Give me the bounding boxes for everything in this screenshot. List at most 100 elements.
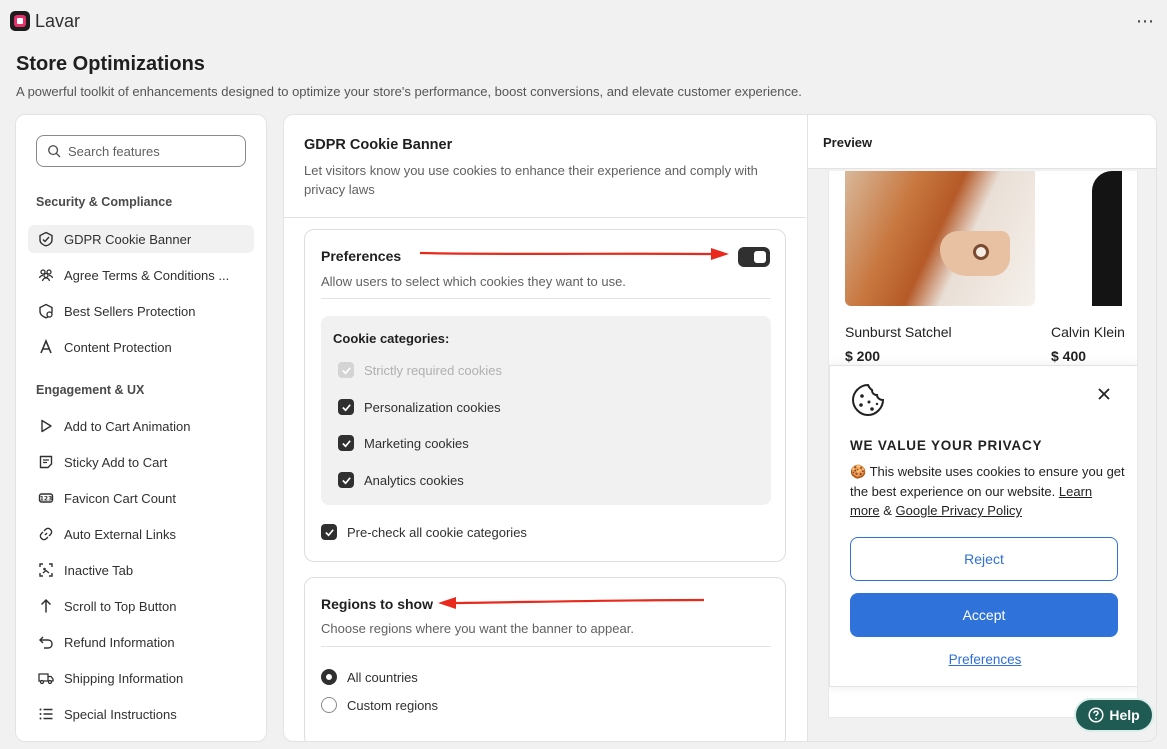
arrow-up-icon (40, 598, 52, 613)
checkmark-icon (341, 366, 351, 374)
close-icon[interactable] (1096, 386, 1112, 402)
preferences-card: Preferences Allow users to select which … (304, 229, 786, 562)
sidebar-item-sticky-add-to-cart[interactable]: Sticky Add to Cart (28, 448, 254, 476)
checkbox-label: Marketing cookies (364, 435, 469, 451)
help-label: Help (1109, 707, 1140, 723)
banner-amp: & (883, 503, 892, 518)
accept-button[interactable]: Accept (850, 593, 1118, 637)
store-preview: Sunburst Satchel $ 200 Calvin Klein $ 40… (828, 171, 1138, 718)
undo-icon (39, 636, 53, 649)
truck-icon (38, 673, 54, 685)
privacy-policy-link[interactable]: Google Privacy Policy (896, 503, 1022, 518)
radio-all-countries[interactable]: All countries (321, 669, 418, 685)
divider (284, 217, 806, 218)
product-name: Sunburst Satchel (845, 324, 952, 340)
search-icon (48, 145, 61, 158)
checkbox[interactable] (338, 399, 354, 415)
sidebar-item-label: Sticky Add to Cart (64, 454, 168, 470)
people-icon (38, 269, 54, 282)
cookie-banner-preview: WE VALUE YOUR PRIVACY 🍪 This website use… (829, 365, 1137, 687)
question-icon (1088, 707, 1104, 723)
preferences-description: Allow users to select which cookies they… (321, 274, 626, 289)
note-icon (39, 455, 53, 469)
regions-title: Regions to show (321, 596, 433, 612)
sidebar-item-label: GDPR Cookie Banner (64, 231, 192, 247)
reject-button[interactable]: Reject (850, 537, 1118, 581)
sidebar-item-label: Shipping Information (64, 670, 184, 686)
radio-button[interactable] (321, 669, 337, 685)
preview-panel: Preview Sunburst Satchel $ 200 Calvin Kl… (807, 115, 1156, 741)
checkmark-icon (324, 528, 334, 536)
sidebar-item-gdpr-cookie-banner[interactable]: GDPR Cookie Banner (28, 225, 254, 253)
checkbox-analytics[interactable]: Analytics cookies (338, 472, 464, 488)
checkbox-label: Analytics cookies (364, 472, 464, 488)
more-options-icon[interactable]: ⋯ (1136, 11, 1155, 32)
sidebar-item-scroll-to-top[interactable]: Scroll to Top Button (28, 592, 254, 620)
section-security-compliance: Security & Compliance (36, 195, 173, 209)
preferences-title: Preferences (321, 248, 402, 264)
sidebar-item-label: Auto External Links (64, 526, 177, 542)
product-image-satchel (845, 171, 1035, 306)
gdpr-description: Let visitors know you use cookies to enh… (304, 163, 758, 197)
sidebar-item-special-instructions[interactable]: Special Instructions (28, 700, 254, 728)
sidebar-item-content-protection[interactable]: Content Protection (28, 333, 254, 361)
preview-title: Preview (823, 135, 873, 150)
sidebar-item-add-to-cart-animation[interactable]: Add to Cart Animation (28, 412, 254, 440)
banner-text: 🍪 This website uses cookies to ensure yo… (850, 462, 1125, 521)
cookie-categories-title: Cookie categories: (333, 331, 450, 346)
checkbox-precheck-all[interactable]: Pre-check all cookie categories (321, 524, 527, 540)
sidebar-item-label: Special Instructions (64, 706, 177, 722)
sidebar-item-best-sellers-protection[interactable]: Best Sellers Protection (28, 297, 254, 325)
shield-badge-icon (39, 303, 53, 319)
feature-sidebar: Security & Compliance GDPR Cookie Banner… (15, 114, 267, 742)
checkbox-marketing[interactable]: Marketing cookies (338, 435, 469, 451)
sidebar-item-shipping-information[interactable]: Shipping Information (28, 664, 254, 692)
checkmark-icon (341, 476, 351, 484)
search-input[interactable] (68, 143, 238, 159)
preferences-link[interactable]: Preferences (830, 652, 1137, 667)
checkmark-icon (341, 403, 351, 411)
list-icon (39, 708, 53, 720)
page-subtitle: A powerful toolkit of enhancements desig… (16, 84, 802, 99)
sidebar-item-label: Content Protection (64, 339, 172, 355)
preview-header: Preview (808, 115, 1156, 169)
tab-icon (39, 563, 53, 577)
shield-check-icon (39, 231, 53, 247)
checkbox[interactable] (338, 472, 354, 488)
sidebar-item-agree-terms[interactable]: Agree Terms & Conditions ... (28, 261, 254, 289)
radio-button[interactable] (321, 697, 337, 713)
cookie-categories-box: Cookie categories: Strictly required coo… (321, 316, 771, 505)
gdpr-title: GDPR Cookie Banner (304, 137, 453, 153)
help-button[interactable]: Help (1074, 698, 1154, 732)
sidebar-item-favicon-cart-count[interactable]: 123 Favicon Cart Count (28, 484, 254, 512)
product-image-coat (1052, 171, 1122, 306)
section-engagement-ux: Engagement & UX (36, 383, 145, 397)
search-box[interactable] (36, 135, 246, 167)
sidebar-item-label: Agree Terms & Conditions ... (64, 267, 230, 283)
product-name: Calvin Klein (1051, 324, 1125, 340)
checkbox-label: Personalization cookies (364, 399, 501, 415)
app-logo-icon (10, 11, 30, 31)
sidebar-item-label: Add to Cart Animation (64, 418, 191, 434)
app-name: Lavar (35, 10, 81, 31)
checkbox-label: Strictly required cookies (364, 362, 502, 378)
divider (321, 646, 771, 647)
page-title: Store Optimizations (16, 53, 205, 75)
checkbox-personalization[interactable]: Personalization cookies (338, 399, 501, 415)
checkbox[interactable] (321, 524, 337, 540)
sidebar-item-inactive-tab[interactable]: Inactive Tab (28, 556, 254, 584)
banner-title: WE VALUE YOUR PRIVACY (850, 438, 1043, 453)
sidebar-item-label: Favicon Cart Count (64, 490, 176, 506)
app-topbar: Lavar ⋯ (0, 0, 1167, 42)
sidebar-item-auto-external-links[interactable]: Auto External Links (28, 520, 254, 548)
preferences-toggle[interactable] (738, 247, 770, 267)
radio-custom-regions[interactable]: Custom regions (321, 697, 438, 713)
sidebar-item-refund-information[interactable]: Refund Information (28, 628, 254, 656)
sidebar-item-label: Inactive Tab (64, 562, 134, 578)
radio-label: Custom regions (347, 697, 439, 713)
checkbox[interactable] (338, 435, 354, 451)
checkbox-label: Pre-check all cookie categories (347, 524, 527, 540)
annotation-arrow-regions (438, 597, 705, 609)
gdpr-settings-panel: GDPR Cookie Banner Let visitors know you… (283, 114, 1157, 742)
annotation-arrow-toggle (419, 248, 729, 260)
